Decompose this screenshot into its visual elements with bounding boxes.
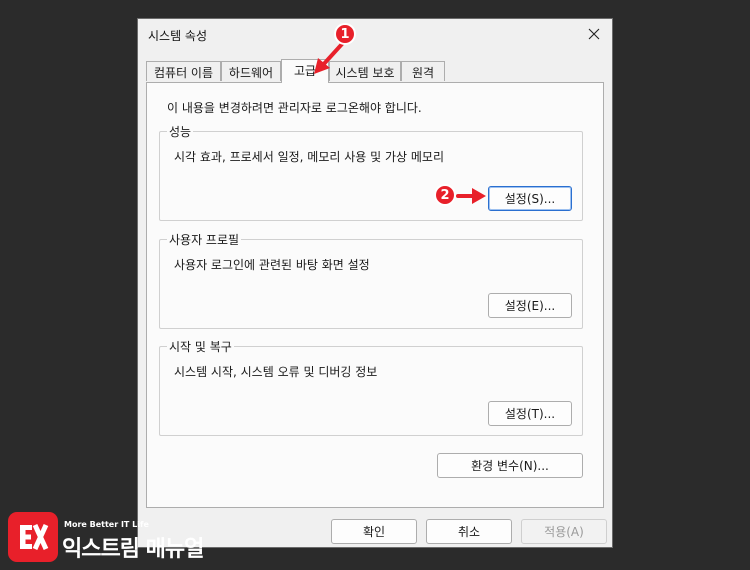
user-profile-settings-button[interactable]: 설정(E)... [488,293,572,318]
close-icon [588,28,600,40]
arrow-icon [314,42,344,74]
performance-group: 성능 시각 효과, 프로세서 일정, 메모리 사용 및 가상 메모리 설정(S)… [159,123,583,221]
apply-button[interactable]: 적용(A) [521,519,607,544]
tab-remote[interactable]: 원격 [401,61,445,81]
user-profile-description: 사용자 로그인에 관련된 바탕 화면 설정 [174,258,370,272]
close-button[interactable] [576,19,612,49]
cancel-button[interactable]: 취소 [426,519,512,544]
step-1-badge: 1 [334,23,356,45]
window-title: 시스템 속성 [148,29,208,43]
performance-description: 시각 효과, 프로세서 일정, 메모리 사용 및 가상 메모리 [174,150,444,164]
user-profile-group: 사용자 프로필 사용자 로그인에 관련된 바탕 화면 설정 설정(E)... [159,231,583,329]
startup-recovery-group: 시작 및 복구 시스템 시작, 시스템 오류 및 디버깅 정보 설정(T)... [159,338,583,436]
title-bar[interactable]: 시스템 속성 [138,19,612,49]
admin-notice: 이 내용을 변경하려면 관리자로 로그온해야 합니다. [167,101,422,115]
environment-variables-button[interactable]: 환경 변수(N)... [437,453,583,478]
logo-title: 익스트림 매뉴얼 [62,537,204,562]
arrow-icon [456,188,486,204]
performance-label: 성능 [167,123,194,140]
tab-computer-name[interactable]: 컴퓨터 이름 [146,61,221,81]
startup-recovery-description: 시스템 시작, 시스템 오류 및 디버깅 정보 [174,365,378,379]
tab-hardware[interactable]: 하드웨어 [221,61,281,81]
startup-recovery-settings-button[interactable]: 설정(T)... [488,401,572,426]
advanced-tab-panel: 이 내용을 변경하려면 관리자로 로그온해야 합니다. 성능 시각 효과, 프로… [146,82,604,508]
logo-tagline: More Better IT Life [64,520,149,529]
step-2-badge: 2 [434,184,456,206]
brand-logo: More Better IT Life 익스트림 매뉴얼 [8,512,228,564]
startup-recovery-label: 시작 및 복구 [167,338,234,355]
logo-mark-icon [8,512,58,562]
ok-button[interactable]: 확인 [331,519,417,544]
system-properties-dialog: 시스템 속성 컴퓨터 이름 하드웨어 고급 시스템 보호 원격 이 내용을 변경… [137,18,613,548]
performance-settings-button[interactable]: 설정(S)... [488,186,572,211]
user-profile-label: 사용자 프로필 [167,231,242,248]
